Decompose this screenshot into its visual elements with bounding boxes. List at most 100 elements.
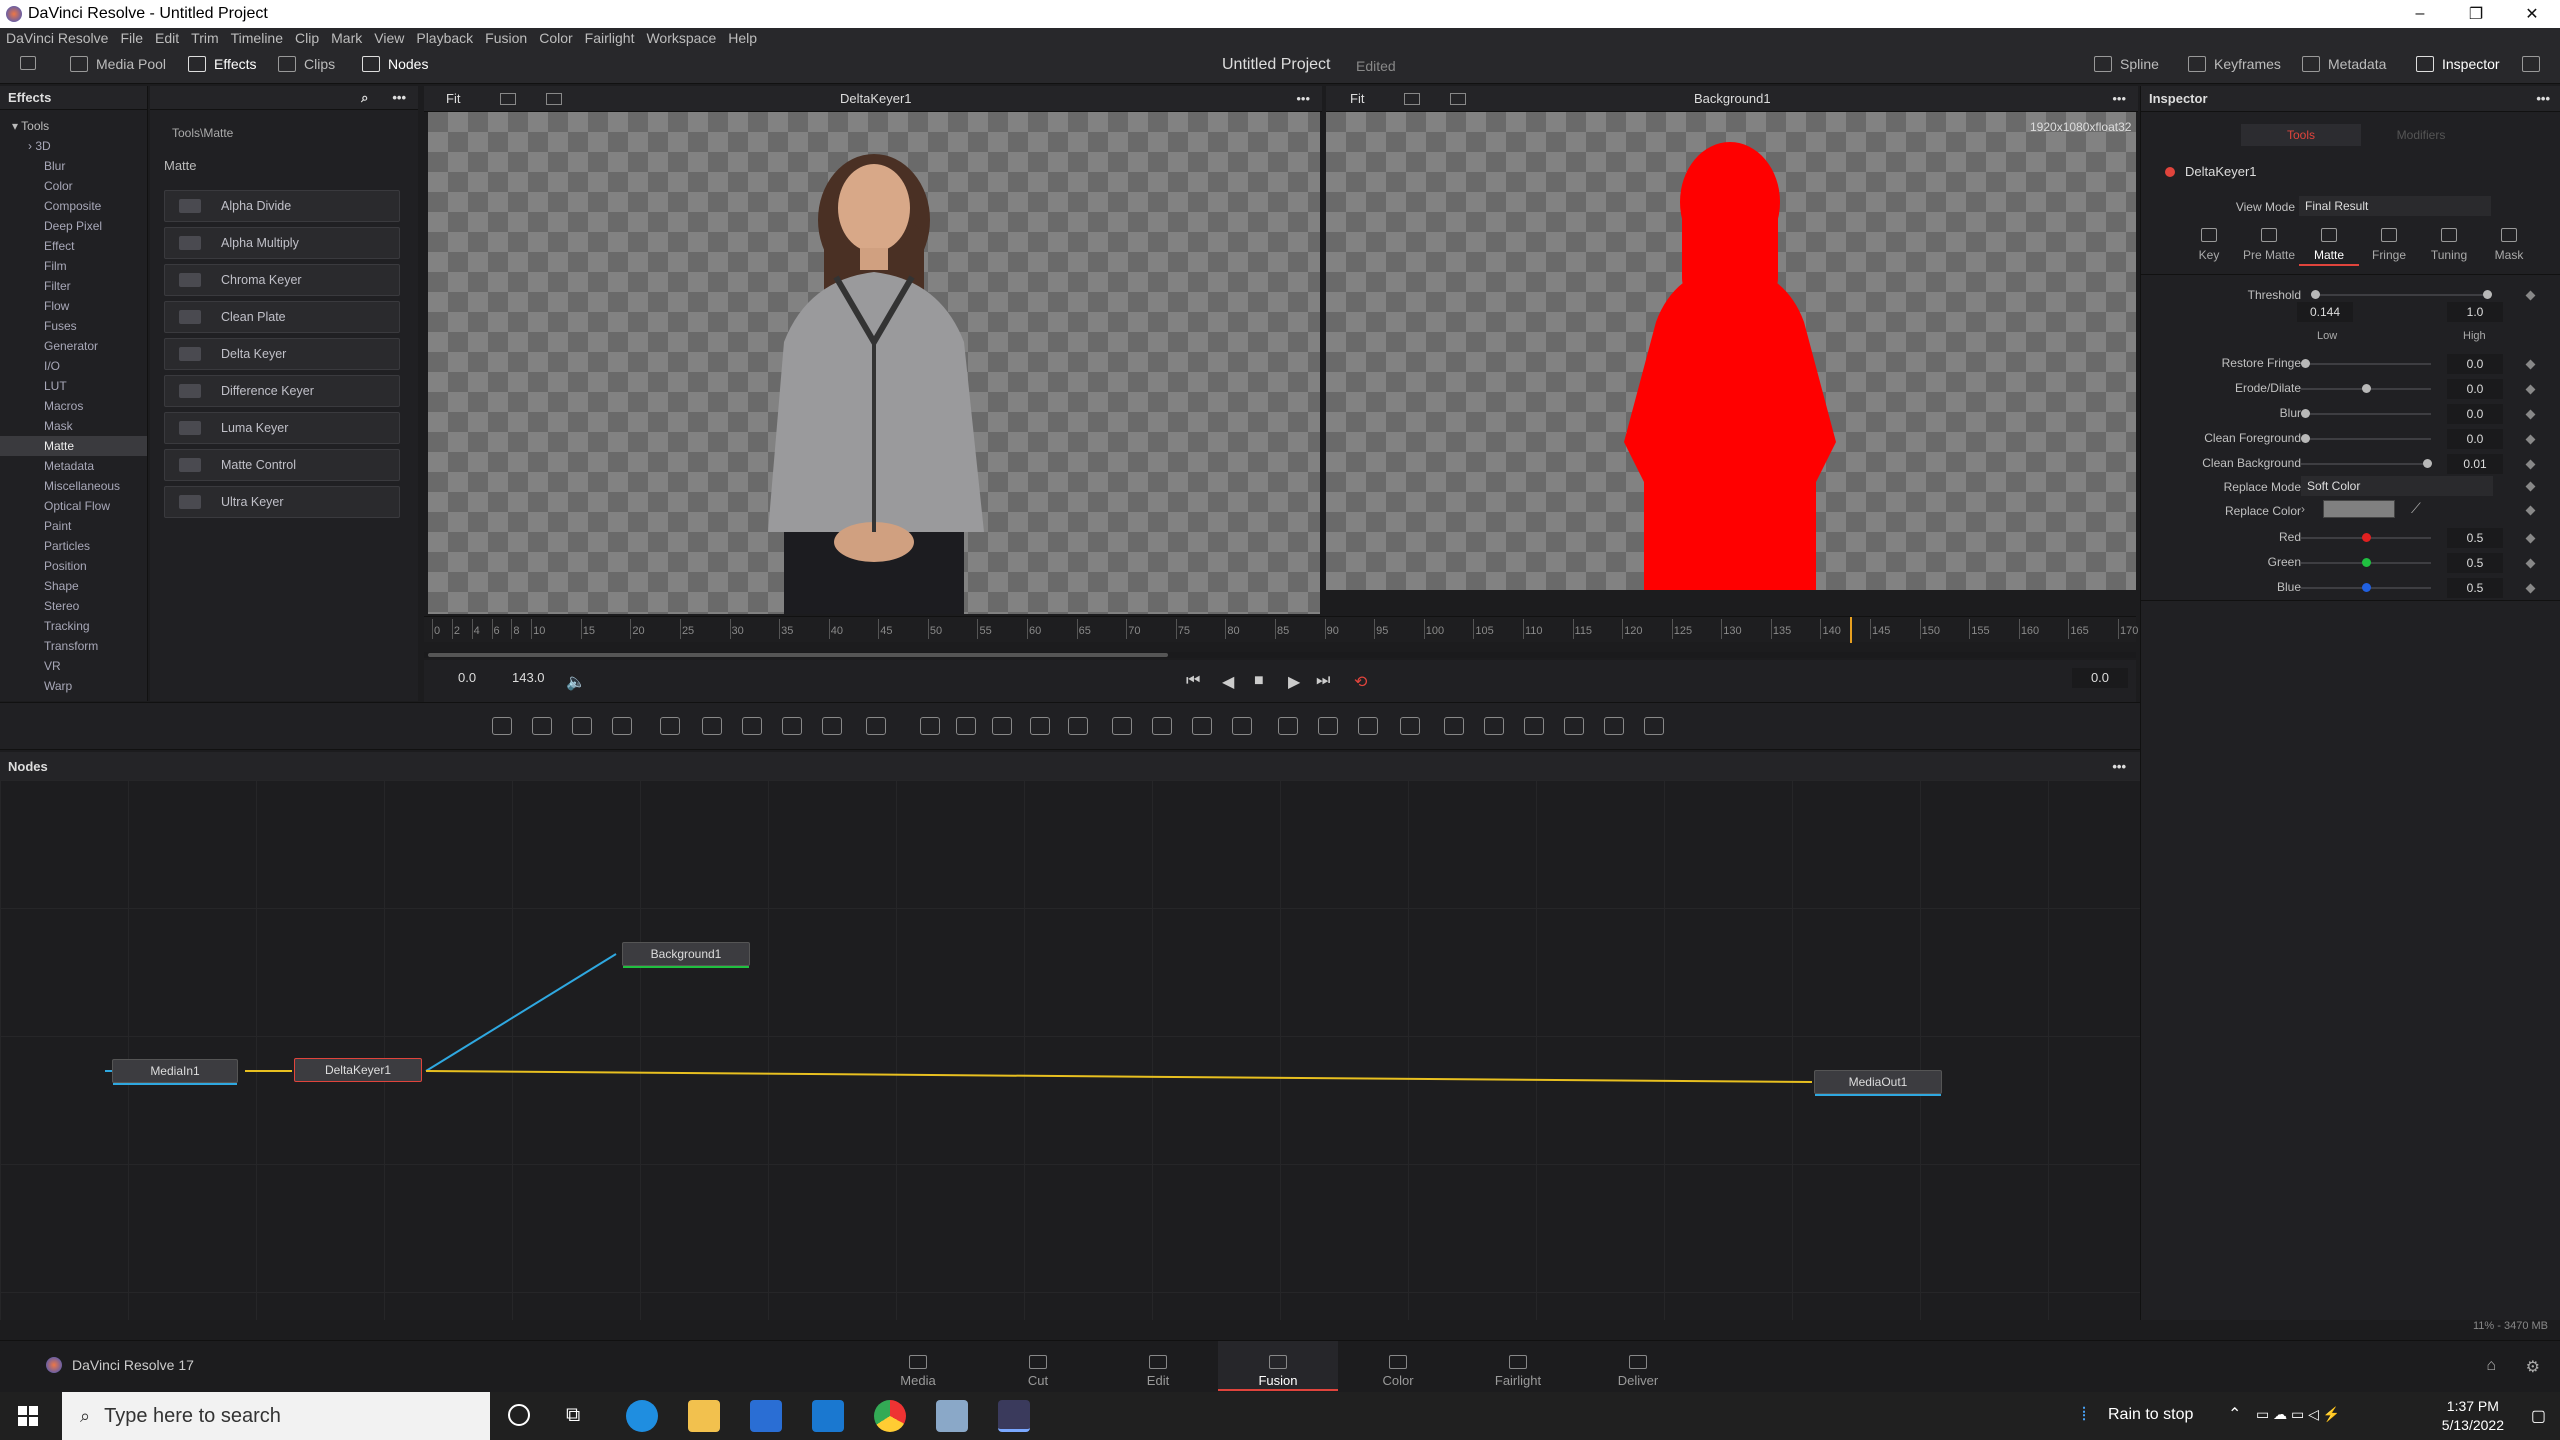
notification-icon[interactable]: ▢: [2531, 1406, 2546, 1426]
tracker-tool-icon[interactable]: [1318, 717, 1338, 735]
panel-toggle-button[interactable]: [20, 56, 36, 70]
replace-color-keyframe-icon[interactable]: [2525, 505, 2536, 516]
replace-mode-select[interactable]: Soft Color: [2301, 476, 2493, 496]
tree-item-blur[interactable]: Blur: [0, 156, 147, 176]
clean-foreground-field[interactable]: 0.0: [2447, 429, 2503, 449]
viewer-right-view-icon[interactable]: [1450, 92, 1467, 105]
polygon-mask-tool-icon[interactable]: [1192, 717, 1212, 735]
page-deliver[interactable]: Deliver: [1578, 1341, 1698, 1391]
clean-foreground-slider[interactable]: [2301, 434, 2431, 443]
tree-item-film[interactable]: Film: [0, 256, 147, 276]
tree-item-deep-pixel[interactable]: Deep Pixel: [0, 216, 147, 236]
green-knob[interactable]: [2362, 558, 2371, 567]
inspector-button[interactable]: Inspector: [2416, 56, 2500, 72]
metadata-button[interactable]: Metadata: [2302, 56, 2386, 72]
view-mode-select[interactable]: Final Result: [2299, 196, 2491, 216]
clips-button[interactable]: Clips: [278, 56, 335, 72]
resize-tool-icon[interactable]: [1030, 717, 1050, 735]
page-fusion[interactable]: Fusion: [1218, 1341, 1338, 1391]
tool-clean-plate[interactable]: Clean Plate: [164, 301, 400, 333]
minimize-button[interactable]: –: [2392, 0, 2448, 28]
page-color[interactable]: Color: [1338, 1341, 1458, 1391]
tree-item-optical-flow[interactable]: Optical Flow: [0, 496, 147, 516]
tree-item-matte[interactable]: Matte: [0, 436, 147, 456]
replace-mode-keyframe-icon[interactable]: [2525, 481, 2536, 492]
play-reverse-button[interactable]: ◀: [1222, 672, 1234, 692]
node-deltakeyer[interactable]: DeltaKeyer1: [294, 1058, 422, 1082]
tree-item-3d[interactable]: › 3D: [0, 136, 147, 156]
effects-button[interactable]: Effects: [188, 56, 257, 72]
subtab-tuning[interactable]: Tuning: [2419, 226, 2479, 262]
search-icon[interactable]: ⌕: [361, 90, 368, 106]
viewer-left-fit[interactable]: Fit: [446, 91, 460, 106]
restore-fringe-field[interactable]: 0.0: [2447, 354, 2503, 374]
camera3d-tool-icon[interactable]: [1524, 717, 1544, 735]
clean-background-slider[interactable]: [2301, 459, 2432, 468]
particle-render-tool-icon[interactable]: [702, 717, 722, 735]
planar-tracker-tool-icon[interactable]: [1358, 717, 1378, 735]
playhead[interactable]: [1850, 617, 1853, 643]
tool-chroma-keyer[interactable]: Chroma Keyer: [164, 264, 400, 296]
clean-foreground-keyframe-icon[interactable]: [2525, 434, 2536, 445]
tree-item-metadata[interactable]: Metadata: [0, 456, 147, 476]
windows-start-icon[interactable]: [18, 1406, 38, 1426]
resolve-taskbar-icon[interactable]: [998, 1400, 1030, 1432]
node-mediain[interactable]: MediaIn1: [112, 1059, 238, 1085]
menu-fusion[interactable]: Fusion: [485, 30, 527, 46]
tree-item-color[interactable]: Color: [0, 176, 147, 196]
go-to-start-button[interactable]: ⏮: [1186, 672, 1200, 690]
tab-modifiers[interactable]: Modifiers: [2361, 124, 2481, 146]
light3d-tool-icon[interactable]: [1564, 717, 1584, 735]
close-button[interactable]: ✕: [2504, 0, 2560, 28]
channel-booleans-tool-icon[interactable]: [956, 717, 976, 735]
particle-emitter-tool-icon[interactable]: [660, 717, 680, 735]
chevron-right-icon[interactable]: ›: [2301, 502, 2305, 516]
menu-help[interactable]: Help: [728, 30, 757, 46]
tab-tools[interactable]: Tools: [2241, 124, 2361, 146]
nodes-options-icon[interactable]: •••: [2112, 759, 2126, 774]
end-frame-field[interactable]: 143.0: [512, 670, 545, 685]
tree-item-particles[interactable]: Particles: [0, 536, 147, 556]
tree-item-effect[interactable]: Effect: [0, 236, 147, 256]
tree-item-mask[interactable]: Mask: [0, 416, 147, 436]
blur-tool-icon[interactable]: [782, 717, 802, 735]
blue-field[interactable]: 0.5: [2447, 578, 2503, 598]
chrome-icon[interactable]: [874, 1400, 906, 1432]
erode-dilate-knob[interactable]: [2362, 384, 2371, 393]
viewer-right-fit[interactable]: Fit: [1350, 91, 1364, 106]
menu-playback[interactable]: Playback: [416, 30, 473, 46]
clean-background-keyframe-icon[interactable]: [2525, 459, 2536, 470]
cortana-icon[interactable]: [508, 1404, 530, 1426]
threshold-low-knob[interactable]: [2311, 290, 2320, 299]
play-button[interactable]: ▶: [1288, 672, 1300, 692]
maximize-button[interactable]: ❐: [2448, 0, 2504, 28]
tree-item-stereo[interactable]: Stereo: [0, 596, 147, 616]
tree-item-i-o[interactable]: I/O: [0, 356, 147, 376]
tree-item-transform[interactable]: Transform: [0, 636, 147, 656]
tree-item-composite[interactable]: Composite: [0, 196, 147, 216]
tool-matte-control[interactable]: Matte Control: [164, 449, 400, 481]
tree-item-tracking[interactable]: Tracking: [0, 616, 147, 636]
inspector-options-icon[interactable]: •••: [2536, 91, 2550, 106]
viewer-left-view-icon[interactable]: [546, 92, 563, 105]
task-view-icon[interactable]: ⧉: [566, 1404, 580, 1427]
erode-dilate-field[interactable]: 0.0: [2447, 379, 2503, 399]
blue-knob[interactable]: [2362, 583, 2371, 592]
viewer-left-options-icon[interactable]: •••: [1296, 91, 1310, 106]
weather-text[interactable]: Rain to stop: [2108, 1406, 2193, 1424]
media-pool-button[interactable]: Media Pool: [70, 56, 166, 72]
renderer3d-tool-icon[interactable]: [1604, 717, 1624, 735]
menu-timeline[interactable]: Timeline: [231, 30, 283, 46]
go-to-end-button[interactable]: ⏭: [1316, 672, 1330, 690]
node-background[interactable]: Background1: [622, 942, 750, 968]
tool-alpha-multiply[interactable]: Alpha Multiply: [164, 227, 400, 259]
green-field[interactable]: 0.5: [2447, 553, 2503, 573]
restore-fringe-slider[interactable]: [2301, 359, 2431, 368]
green-keyframe-icon[interactable]: [2525, 558, 2536, 569]
blur-keyframe-icon[interactable]: [2525, 409, 2536, 420]
tree-item-shape[interactable]: Shape: [0, 576, 147, 596]
page-edit[interactable]: Edit: [1098, 1341, 1218, 1391]
tool-alpha-divide[interactable]: Alpha Divide: [164, 190, 400, 222]
app-icon[interactable]: [936, 1400, 968, 1432]
tree-item-vr[interactable]: VR: [0, 656, 147, 676]
